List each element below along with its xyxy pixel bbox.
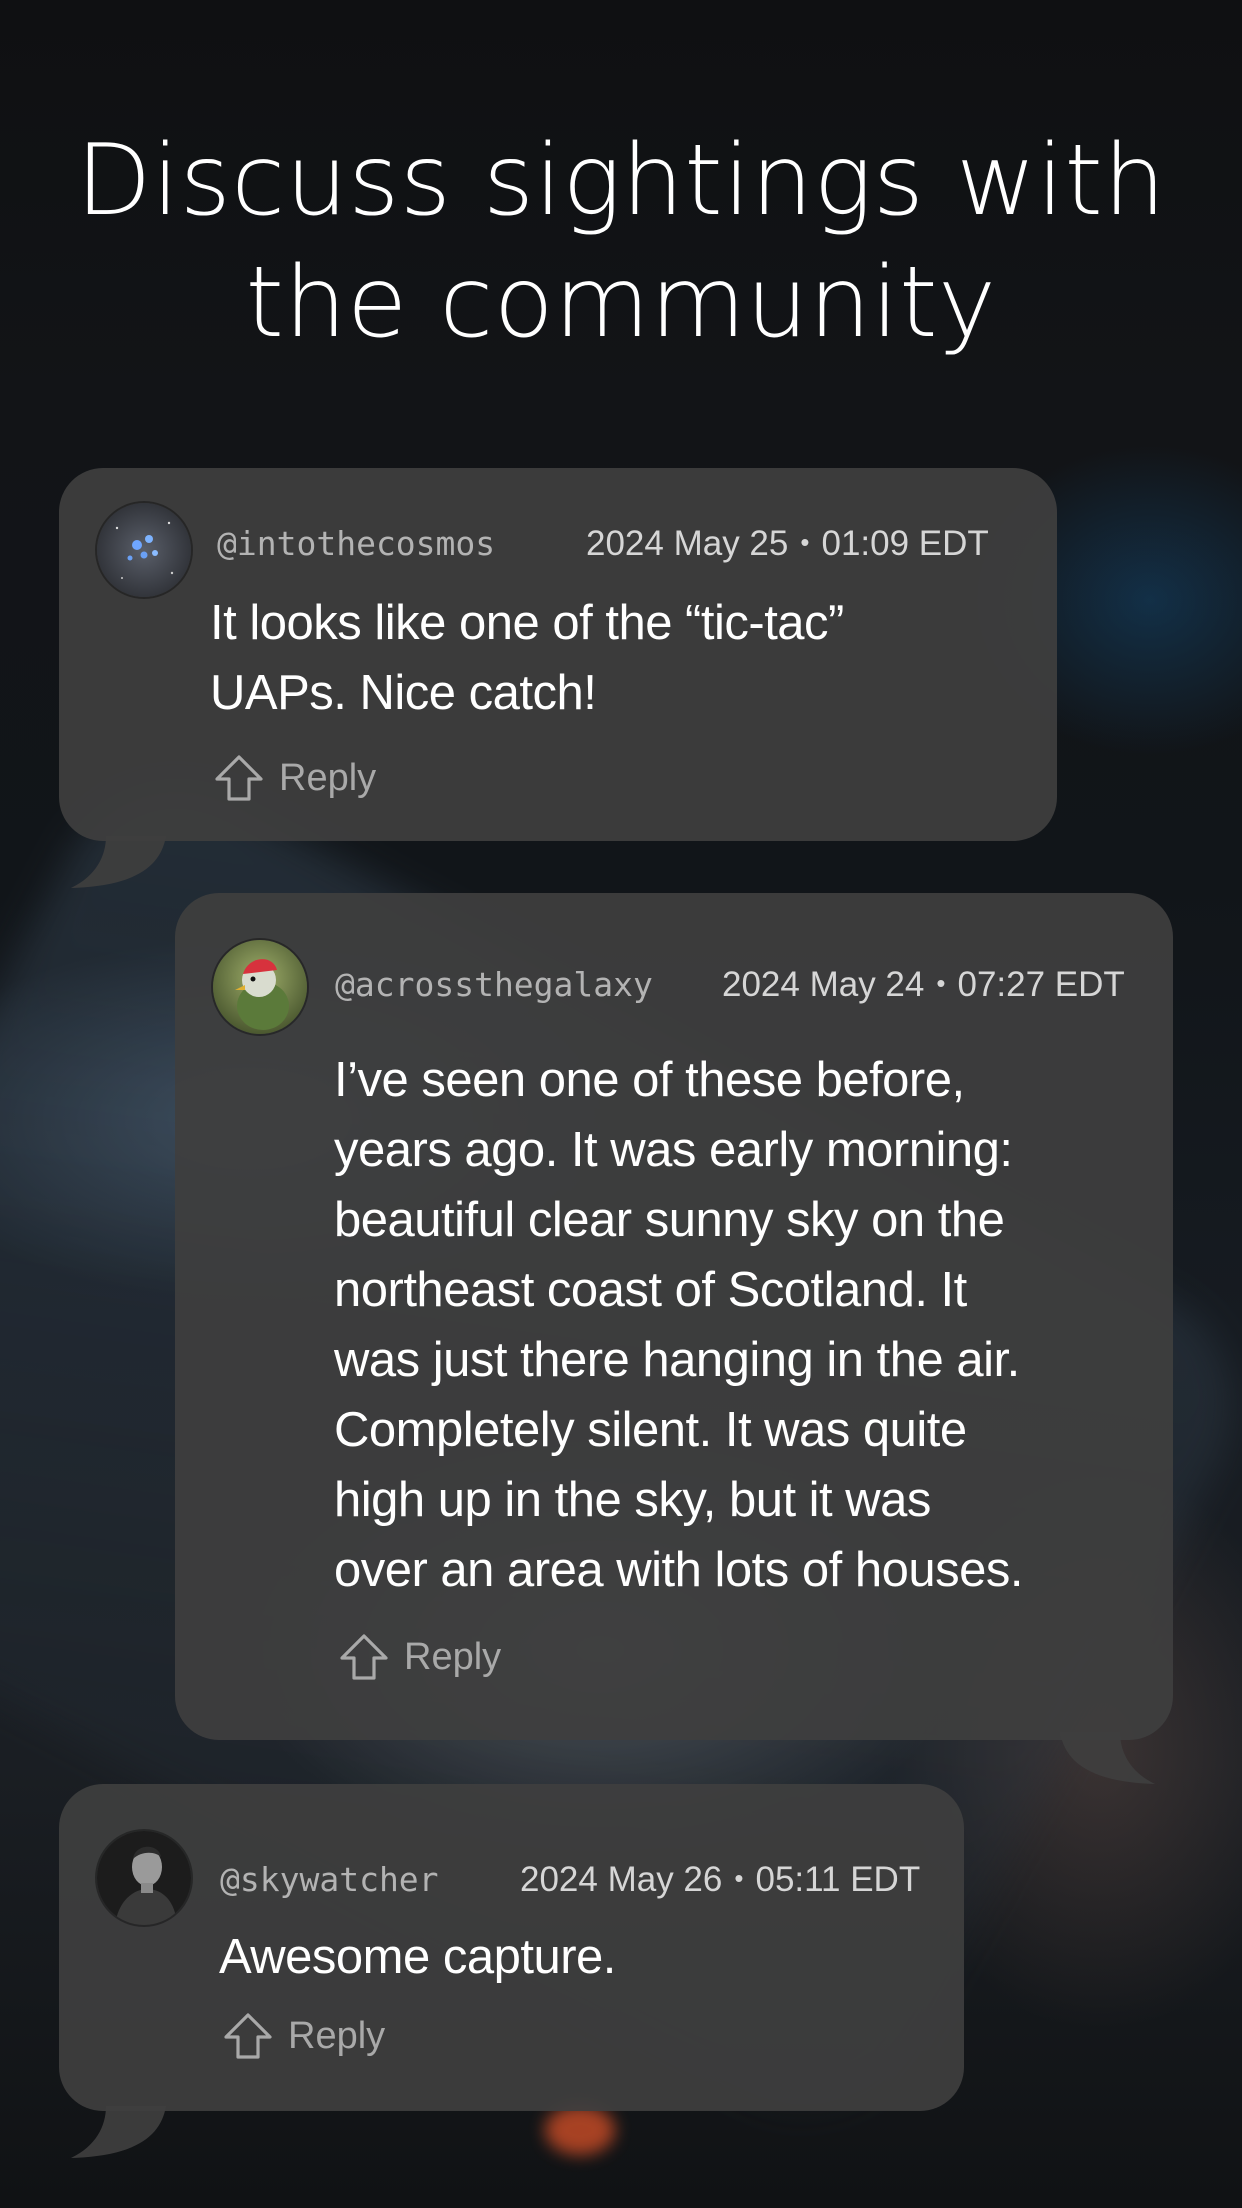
- speech-bubble-tail: [71, 836, 166, 888]
- comment-bubble: @intothecosmos 2024 May 25 • 01:09 EDT It …: [59, 468, 1057, 841]
- star-cluster-avatar[interactable]: [97, 503, 191, 597]
- comment-body-line: was just there hanging in the air.: [334, 1333, 1020, 1387]
- comment-date: 2024 May 24: [722, 965, 925, 1004]
- speech-bubble-tail: [1060, 1732, 1155, 1784]
- comment-body-line: Completely silent. It was quite: [334, 1403, 967, 1457]
- comment-handle[interactable]: @intothecosmos: [217, 524, 495, 563]
- comment-body-line: high up in the sky, but it was: [334, 1473, 931, 1527]
- separator-dot: •: [800, 527, 810, 557]
- reply-button[interactable]: Reply: [338, 1631, 501, 1683]
- comment-body: It looks like one of the “tic-tac” UAPs.…: [210, 588, 844, 728]
- comment-body-line: Awesome capture.: [219, 1930, 616, 1984]
- person-portrait-avatar[interactable]: [97, 1831, 191, 1925]
- reply-label: Reply: [404, 1635, 502, 1678]
- comment-date: 2024 May 26: [520, 1860, 723, 1899]
- separator-dot: •: [734, 1863, 744, 1893]
- comment-timestamp: 2024 May 24 • 07:27 EDT: [722, 965, 1125, 1005]
- comment-timestamp: 2024 May 26 • 05:11 EDT: [520, 1860, 920, 1900]
- comment-body-line: It looks like one of the “tic-tac”: [210, 596, 844, 650]
- comment-time: 01:09 EDT: [821, 524, 989, 563]
- comment-body-line: years ago. It was early morning:: [334, 1123, 1013, 1177]
- comment-bubble: @acrossthegalaxy 2024 May 24 • 07:27 EDT I…: [175, 893, 1173, 1740]
- comment-time: 07:27 EDT: [957, 965, 1125, 1004]
- separator-dot: •: [936, 968, 946, 998]
- comment-time: 05:11 EDT: [755, 1860, 921, 1899]
- comment-body-line: northeast coast of Scotland. It: [334, 1263, 967, 1317]
- reply-arrow-icon: [224, 2013, 272, 2059]
- comment-handle[interactable]: @skywatcher: [220, 1860, 439, 1899]
- speech-bubble-tail: [71, 2106, 166, 2158]
- bird-avatar[interactable]: [213, 940, 307, 1034]
- blurred-orange-light: [545, 2105, 615, 2155]
- comment-body: Awesome capture.: [219, 1922, 616, 1992]
- comment-handle[interactable]: @acrossthegalaxy: [335, 965, 653, 1004]
- comment-body-line: over an area with lots of houses.: [334, 1543, 1023, 1597]
- headline-line-2: the community: [245, 246, 997, 360]
- reply-label: Reply: [279, 756, 377, 799]
- comment-bubble: @skywatcher 2024 May 26 • 05:11 EDT Awesom…: [59, 1784, 964, 2111]
- comment-body: I’ve seen one of these before, years ago…: [334, 1045, 1023, 1605]
- reply-arrow-icon: [340, 1634, 388, 1680]
- reply-button[interactable]: Reply: [222, 2010, 385, 2062]
- headline: Discuss sightings with the community: [0, 120, 1242, 364]
- reply-arrow-icon: [215, 755, 263, 801]
- headline-line-1: Discuss sightings with: [76, 124, 1166, 238]
- comment-body-line: beautiful clear sunny sky on the: [334, 1193, 1005, 1247]
- comment-body-line: UAPs. Nice catch!: [210, 666, 597, 720]
- reply-button[interactable]: Reply: [213, 752, 376, 804]
- reply-label: Reply: [288, 2014, 386, 2057]
- comment-date: 2024 May 25: [586, 524, 789, 563]
- comment-timestamp: 2024 May 25 • 01:09 EDT: [586, 524, 989, 564]
- comment-body-line: I’ve seen one of these before,: [334, 1053, 965, 1107]
